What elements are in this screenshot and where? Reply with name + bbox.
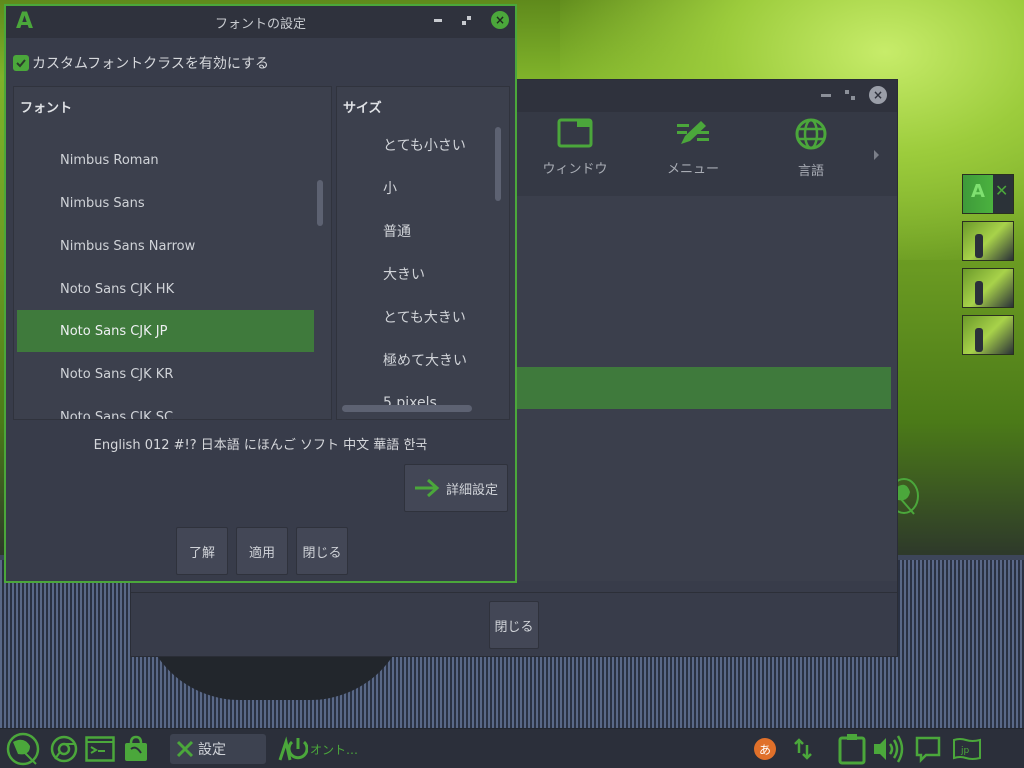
- size-list-item[interactable]: とても小さい: [337, 125, 497, 165]
- workspace-3[interactable]: [962, 268, 1014, 308]
- browser-launcher[interactable]: [50, 733, 78, 765]
- wallpaper-thumb: [975, 328, 983, 352]
- workspace-1[interactable]: A ✕: [962, 174, 1014, 214]
- advanced-settings-button[interactable]: 詳細設定: [404, 464, 508, 512]
- font-preview-text: English 012 #!? 日本語 にほんご ソフト 中文 華語 한국: [93, 438, 428, 453]
- close-window-button[interactable]: ×: [491, 11, 509, 29]
- size-list-header: サイズ: [343, 101, 382, 116]
- minimize-button[interactable]: [434, 18, 442, 22]
- input-method-icon: あ: [754, 738, 776, 760]
- clipboard-icon: [838, 734, 866, 765]
- size-list-vscrollbar[interactable]: [495, 127, 501, 201]
- font-list-item-selected[interactable]: Noto Sans CJK JP: [17, 310, 314, 352]
- network-icon: [794, 738, 812, 760]
- wallpaper-thumb: [975, 234, 983, 258]
- app-logo-icon: A: [971, 181, 985, 202]
- network-indicator[interactable]: [792, 733, 814, 765]
- checkbox-label: カスタムフォントクラスを有効にする: [32, 56, 270, 72]
- settings-tools-icon: ✕: [995, 181, 1009, 200]
- font-list-item[interactable]: Nimbus Roman: [17, 139, 314, 181]
- keyboard-layout-text: jp: [960, 746, 970, 756]
- font-list-item[interactable]: Nimbus Sans Narrow: [17, 225, 314, 267]
- category-language[interactable]: 言語: [761, 118, 861, 179]
- close-window-button[interactable]: ×: [869, 86, 887, 104]
- workspace-4[interactable]: [962, 315, 1014, 355]
- settings-close-button[interactable]: 閉じる: [489, 601, 539, 649]
- keyboard-layout-icon: jp: [953, 738, 981, 760]
- settings-tools-icon: [176, 740, 194, 758]
- taskbar-task-font[interactable]: オント…: [278, 734, 358, 764]
- shopping-bag-icon: [125, 735, 147, 761]
- font-list-item[interactable]: Nimbus Sans: [17, 182, 314, 224]
- font-list-item[interactable]: Noto Sans CJK KR: [17, 353, 314, 395]
- window-icon: [557, 118, 593, 148]
- font-list-scrollbar[interactable]: [317, 180, 323, 226]
- size-list: サイズ とても小さい 小 普通 大きい とても大きい 極めて大きい 5 pixe…: [336, 86, 510, 420]
- size-list-item[interactable]: 大きい: [337, 254, 497, 294]
- size-list-item[interactable]: 5 pixels: [337, 383, 497, 419]
- maximize-button[interactable]: [462, 15, 471, 25]
- task-label: オント…: [310, 742, 359, 757]
- terminal-icon: [85, 736, 115, 762]
- workspace-switcher: A ✕: [962, 174, 1014, 362]
- wallpaper-thumb: [975, 281, 983, 305]
- size-list-item[interactable]: とても大きい: [337, 297, 497, 337]
- category-menu[interactable]: メニュー: [643, 118, 743, 177]
- volume-indicator[interactable]: [872, 733, 906, 765]
- notification-icon: [915, 736, 941, 763]
- size-list-hscrollbar[interactable]: [342, 405, 472, 412]
- task-label: 設定: [198, 742, 226, 758]
- minimize-button[interactable]: [821, 93, 831, 97]
- apply-button[interactable]: 適用: [236, 527, 288, 575]
- custom-font-class-toggle[interactable]: カスタムフォントクラスを有効にする: [13, 53, 269, 73]
- store-launcher[interactable]: [122, 733, 150, 765]
- font-list: フォント Nimbus Roman Nimbus Sans Nimbus San…: [13, 86, 332, 420]
- keyboard-layout-indicator[interactable]: jp: [952, 733, 982, 765]
- category-label: 言語: [797, 164, 824, 179]
- taskbar: 設定 オント… あ jp: [0, 728, 1024, 768]
- size-list-item[interactable]: 極めて大きい: [337, 340, 497, 380]
- checkbox[interactable]: [13, 55, 29, 71]
- font-list-item[interactable]: Noto Sans CJK SC: [17, 396, 314, 420]
- dialog-titlebar[interactable]: A フォントの設定 ×: [6, 6, 515, 38]
- notification-indicator[interactable]: [914, 733, 942, 765]
- chrome-icon: [50, 735, 78, 763]
- workspace-2[interactable]: [962, 221, 1014, 261]
- leaf-menu-icon: [6, 732, 40, 766]
- settings-footer: 閉じる: [131, 592, 897, 656]
- font-list-header: フォント: [20, 101, 73, 116]
- scroll-right-icon[interactable]: [874, 150, 879, 160]
- app-menu-button[interactable]: [6, 732, 40, 766]
- clipboard-indicator[interactable]: [838, 733, 866, 765]
- close-button[interactable]: 閉じる: [296, 527, 348, 575]
- font-app-icon: [278, 736, 308, 761]
- input-method-indicator[interactable]: あ: [754, 733, 776, 765]
- category-window[interactable]: ウィンドウ: [525, 118, 625, 177]
- arrow-right-icon: [414, 478, 440, 498]
- globe-icon: [795, 118, 827, 150]
- category-label: ウィンドウ: [542, 162, 608, 177]
- menu-edit-icon: [677, 121, 709, 144]
- volume-icon: [874, 735, 904, 763]
- size-list-item[interactable]: 小: [337, 168, 497, 208]
- ok-button[interactable]: 了解: [176, 527, 228, 575]
- advanced-settings-label: 詳細設定: [445, 482, 498, 498]
- font-settings-dialog: A フォントの設定 × カスタムフォントクラスを有効にする フォント Nimbu…: [4, 4, 517, 583]
- taskbar-task-settings[interactable]: 設定: [170, 734, 266, 764]
- checkmark-icon: [16, 59, 26, 68]
- size-list-item[interactable]: 普通: [337, 211, 497, 251]
- category-label: メニュー: [666, 162, 719, 177]
- maximize-button[interactable]: [845, 90, 855, 100]
- font-list-item[interactable]: Noto Sans CJK HK: [17, 268, 314, 310]
- terminal-launcher[interactable]: [85, 733, 115, 765]
